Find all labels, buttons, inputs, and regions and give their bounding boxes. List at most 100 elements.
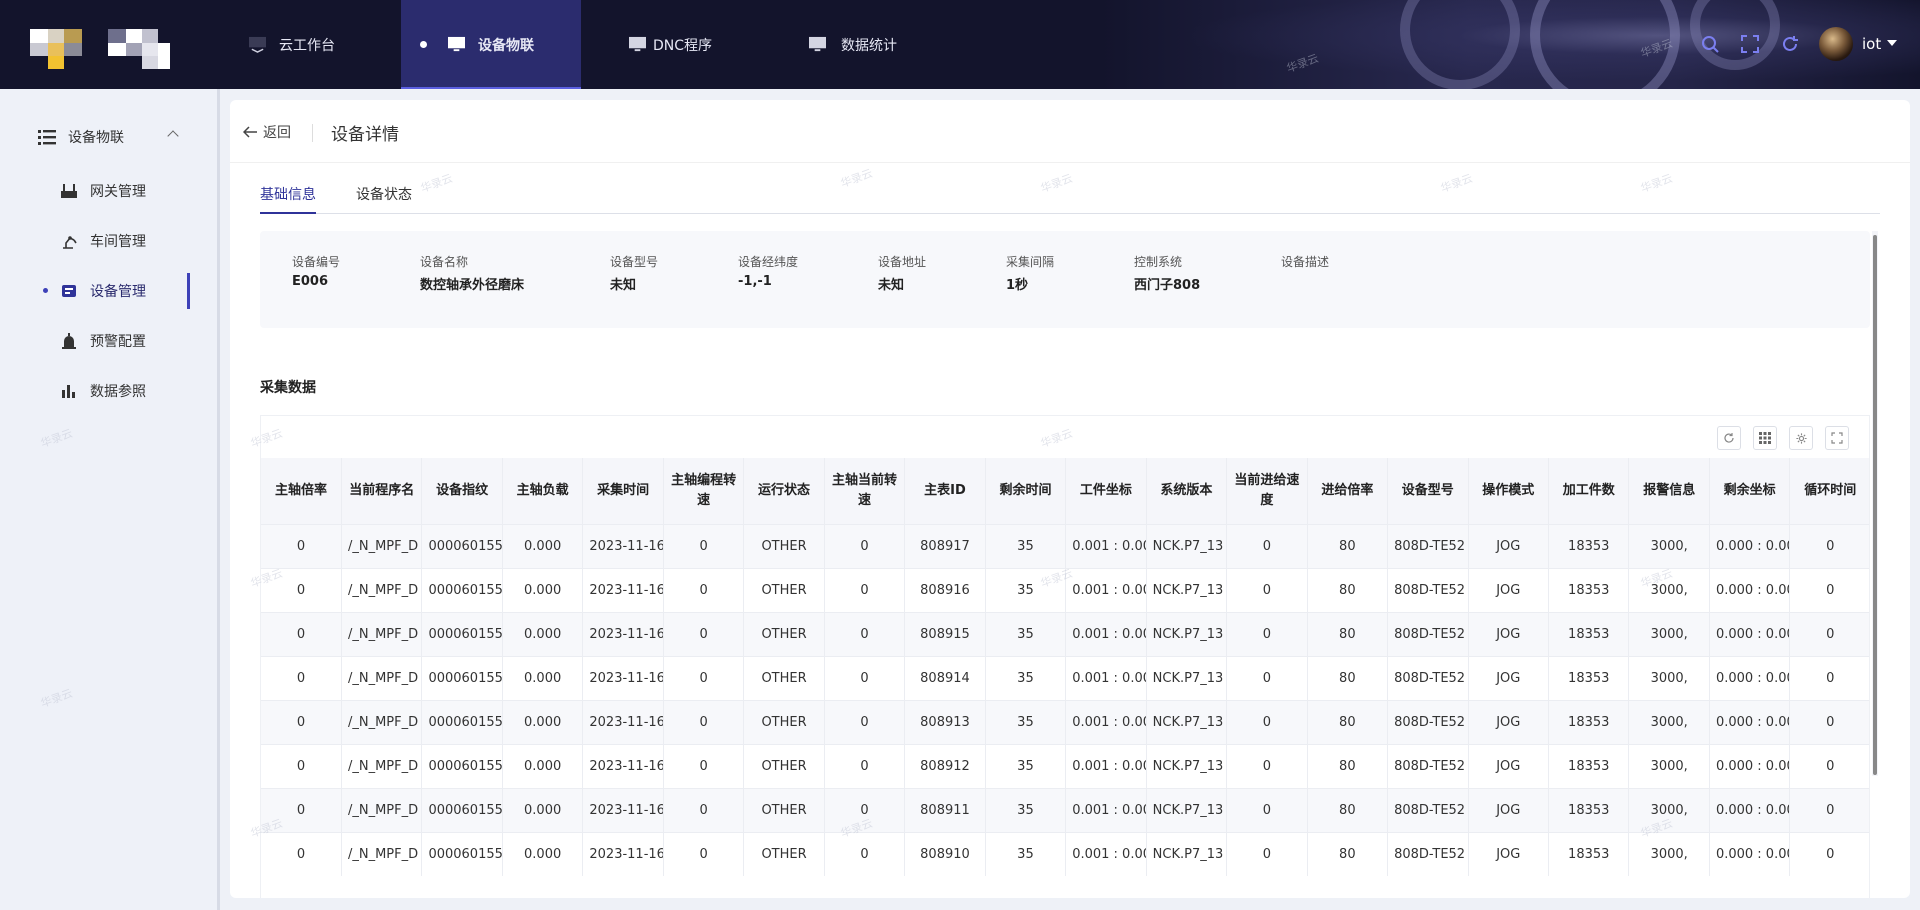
column-header[interactable]: 工件坐标 <box>1065 458 1147 524</box>
table-cell: 80 <box>1307 831 1389 876</box>
column-header[interactable]: 当前程序名 <box>341 458 423 524</box>
table-cell: 0 <box>1789 787 1869 832</box>
divider <box>312 124 313 142</box>
table-cell: 0.001 : 0.00 <box>1065 743 1147 788</box>
tab-basic-info[interactable]: 基础信息 <box>260 184 316 214</box>
table-cell: 35 <box>985 831 1067 876</box>
table-cell: 2023-11-16 <box>582 787 664 832</box>
info-value: 1秒 <box>1006 278 1029 293</box>
column-header[interactable]: 当前进给速度 <box>1226 458 1308 524</box>
column-header[interactable]: 报警信息 <box>1628 458 1710 524</box>
info-key: 设备经纬度 <box>738 255 799 269</box>
column-header[interactable]: 进给倍率 <box>1307 458 1389 524</box>
column-header[interactable]: 剩余坐标 <box>1709 458 1791 524</box>
grid-settings-button[interactable] <box>1789 426 1813 450</box>
search-icon[interactable] <box>1700 34 1720 54</box>
table-body: 0/_N_MPF_D 000060155 0.000 2023-11-16 0 OTHER… <box>261 523 1869 876</box>
grid-fullscreen-button[interactable] <box>1825 426 1849 450</box>
table-cell: 0 <box>663 743 745 788</box>
info-key: 控制系统 <box>1134 255 1183 269</box>
nav-device-iot[interactable]: 设备物联 <box>401 0 581 89</box>
table-cell: 80 <box>1307 699 1389 744</box>
column-header[interactable]: 设备型号 <box>1387 458 1469 524</box>
page-title: 设备详情 <box>331 125 399 145</box>
table-cell: 0.000 <box>502 699 584 744</box>
scrollbar-thumb[interactable] <box>1873 235 1877 775</box>
column-header[interactable]: 剩余时间 <box>985 458 1067 524</box>
table-cell: 2023-11-16 <box>582 523 664 568</box>
column-header[interactable]: 主轴倍率 <box>261 458 342 524</box>
column-header[interactable]: 循环时间 <box>1789 458 1869 524</box>
table-row[interactable]: 0/_N_MPF_D 000060155 0.000 2023-11-16 0 OTHER… <box>261 831 1869 876</box>
sidebar-item-data-reference[interactable]: 数据参照 <box>38 369 190 413</box>
column-header[interactable]: 主轴当前转速 <box>824 458 906 524</box>
column-header[interactable]: 主轴负载 <box>502 458 584 524</box>
table-cell: 0.000 : 0.00 <box>1709 655 1791 700</box>
info-value: 西门子808 <box>1134 278 1201 293</box>
table-cell: 35 <box>985 611 1067 656</box>
table-cell: 0.000 : 0.00 <box>1709 787 1791 832</box>
table-row[interactable]: 0/_N_MPF_D 000060155 0.000 2023-11-16 0 OTHER… <box>261 523 1869 568</box>
column-header[interactable]: 操作模式 <box>1468 458 1550 524</box>
table-cell: 000060155 <box>421 611 503 656</box>
sidebar-item-alarm-config[interactable]: 预警配置 <box>38 319 190 363</box>
column-header[interactable]: 设备指纹 <box>421 458 503 524</box>
sidebar-item-gateway[interactable]: 网关管理 <box>38 169 190 213</box>
column-header[interactable]: 采集时间 <box>582 458 664 524</box>
sidebar-item-label: 预警配置 <box>90 334 146 350</box>
grid-columns-button[interactable] <box>1753 426 1777 450</box>
table-cell: 000060155 <box>421 655 503 700</box>
table-row[interactable]: 0/_N_MPF_D 000060155 0.000 2023-11-16 0 OTHER… <box>261 655 1869 700</box>
table-cell: 0 <box>1789 567 1869 612</box>
sidebar-item-workshop[interactable]: 车间管理 <box>38 219 190 263</box>
detail-tabs: 基础信息 设备状态 <box>260 184 1880 214</box>
refresh-icon[interactable] <box>1780 34 1800 54</box>
nav-data-statistics[interactable]: 数据统计 <box>808 0 897 89</box>
sidebar-item-device-management[interactable]: 设备管理 <box>38 269 190 313</box>
table-cell: 0 <box>1226 523 1308 568</box>
grid-refresh-button[interactable] <box>1717 426 1741 450</box>
table-cell: NCK.P7_13 <box>1146 655 1228 700</box>
column-header[interactable]: 主表ID <box>904 458 986 524</box>
column-header[interactable]: 系统版本 <box>1146 458 1228 524</box>
table-row[interactable]: 0/_N_MPF_D 000060155 0.000 2023-11-16 0 OTHER… <box>261 567 1869 612</box>
table-cell: 000060155 <box>421 699 503 744</box>
column-header[interactable]: 加工件数 <box>1548 458 1630 524</box>
info-value: -1,-1 <box>738 274 772 289</box>
table-cell: JOG <box>1468 523 1550 568</box>
table-cell: 0.001 : 0.00 <box>1065 523 1147 568</box>
table-cell: 0.000 <box>502 787 584 832</box>
table-cell: 2023-11-16 <box>582 831 664 876</box>
table-cell: 0.000 <box>502 523 584 568</box>
table-cell: 2023-11-16 <box>582 743 664 788</box>
table-cell: 808913 <box>904 699 986 744</box>
table-row[interactable]: 0/_N_MPF_D 000060155 0.000 2023-11-16 0 OTHER… <box>261 699 1869 744</box>
avatar[interactable] <box>1819 27 1853 61</box>
sidebar-group-device-iot[interactable]: 设备物联 <box>38 127 188 147</box>
tab-device-status[interactable]: 设备状态 <box>356 184 412 213</box>
back-button[interactable]: 返回 <box>243 122 291 142</box>
column-header[interactable]: 运行状态 <box>743 458 825 524</box>
table-cell: JOG <box>1468 699 1550 744</box>
table-cell: OTHER <box>743 655 825 700</box>
table-cell: 808D-TE52 <box>1387 699 1469 744</box>
table-cell: 0 <box>1789 699 1869 744</box>
table-cell: 0.001 : 0.00 <box>1065 831 1147 876</box>
user-dropdown-caret-icon[interactable] <box>1887 40 1897 46</box>
table-row[interactable]: 0/_N_MPF_D 000060155 0.000 2023-11-16 0 OTHER… <box>261 743 1869 788</box>
top-navbar: 云工作台 设备物联 DNC程序 数据统计 iot <box>0 0 1920 89</box>
nav-dnc-program[interactable]: DNC程序 <box>628 0 712 89</box>
table-cell: 808917 <box>904 523 986 568</box>
table-row[interactable]: 0/_N_MPF_D 000060155 0.000 2023-11-16 0 OTHER… <box>261 611 1869 656</box>
fullscreen-icon[interactable] <box>1740 34 1760 54</box>
nav-cloud-workbench[interactable]: 云工作台 <box>248 0 335 89</box>
column-header[interactable]: 主轴编程转速 <box>663 458 745 524</box>
user-name[interactable]: iot <box>1862 35 1881 53</box>
table-cell: 0 <box>1226 655 1308 700</box>
table-cell: /_N_MPF_D <box>341 567 423 612</box>
table-cell: 0.000 : 0.00 <box>1709 567 1791 612</box>
table-cell: OTHER <box>743 523 825 568</box>
table-cell: 0 <box>261 743 342 788</box>
table-cell: JOG <box>1468 831 1550 876</box>
table-row[interactable]: 0/_N_MPF_D 000060155 0.000 2023-11-16 0 OTHER… <box>261 787 1869 832</box>
